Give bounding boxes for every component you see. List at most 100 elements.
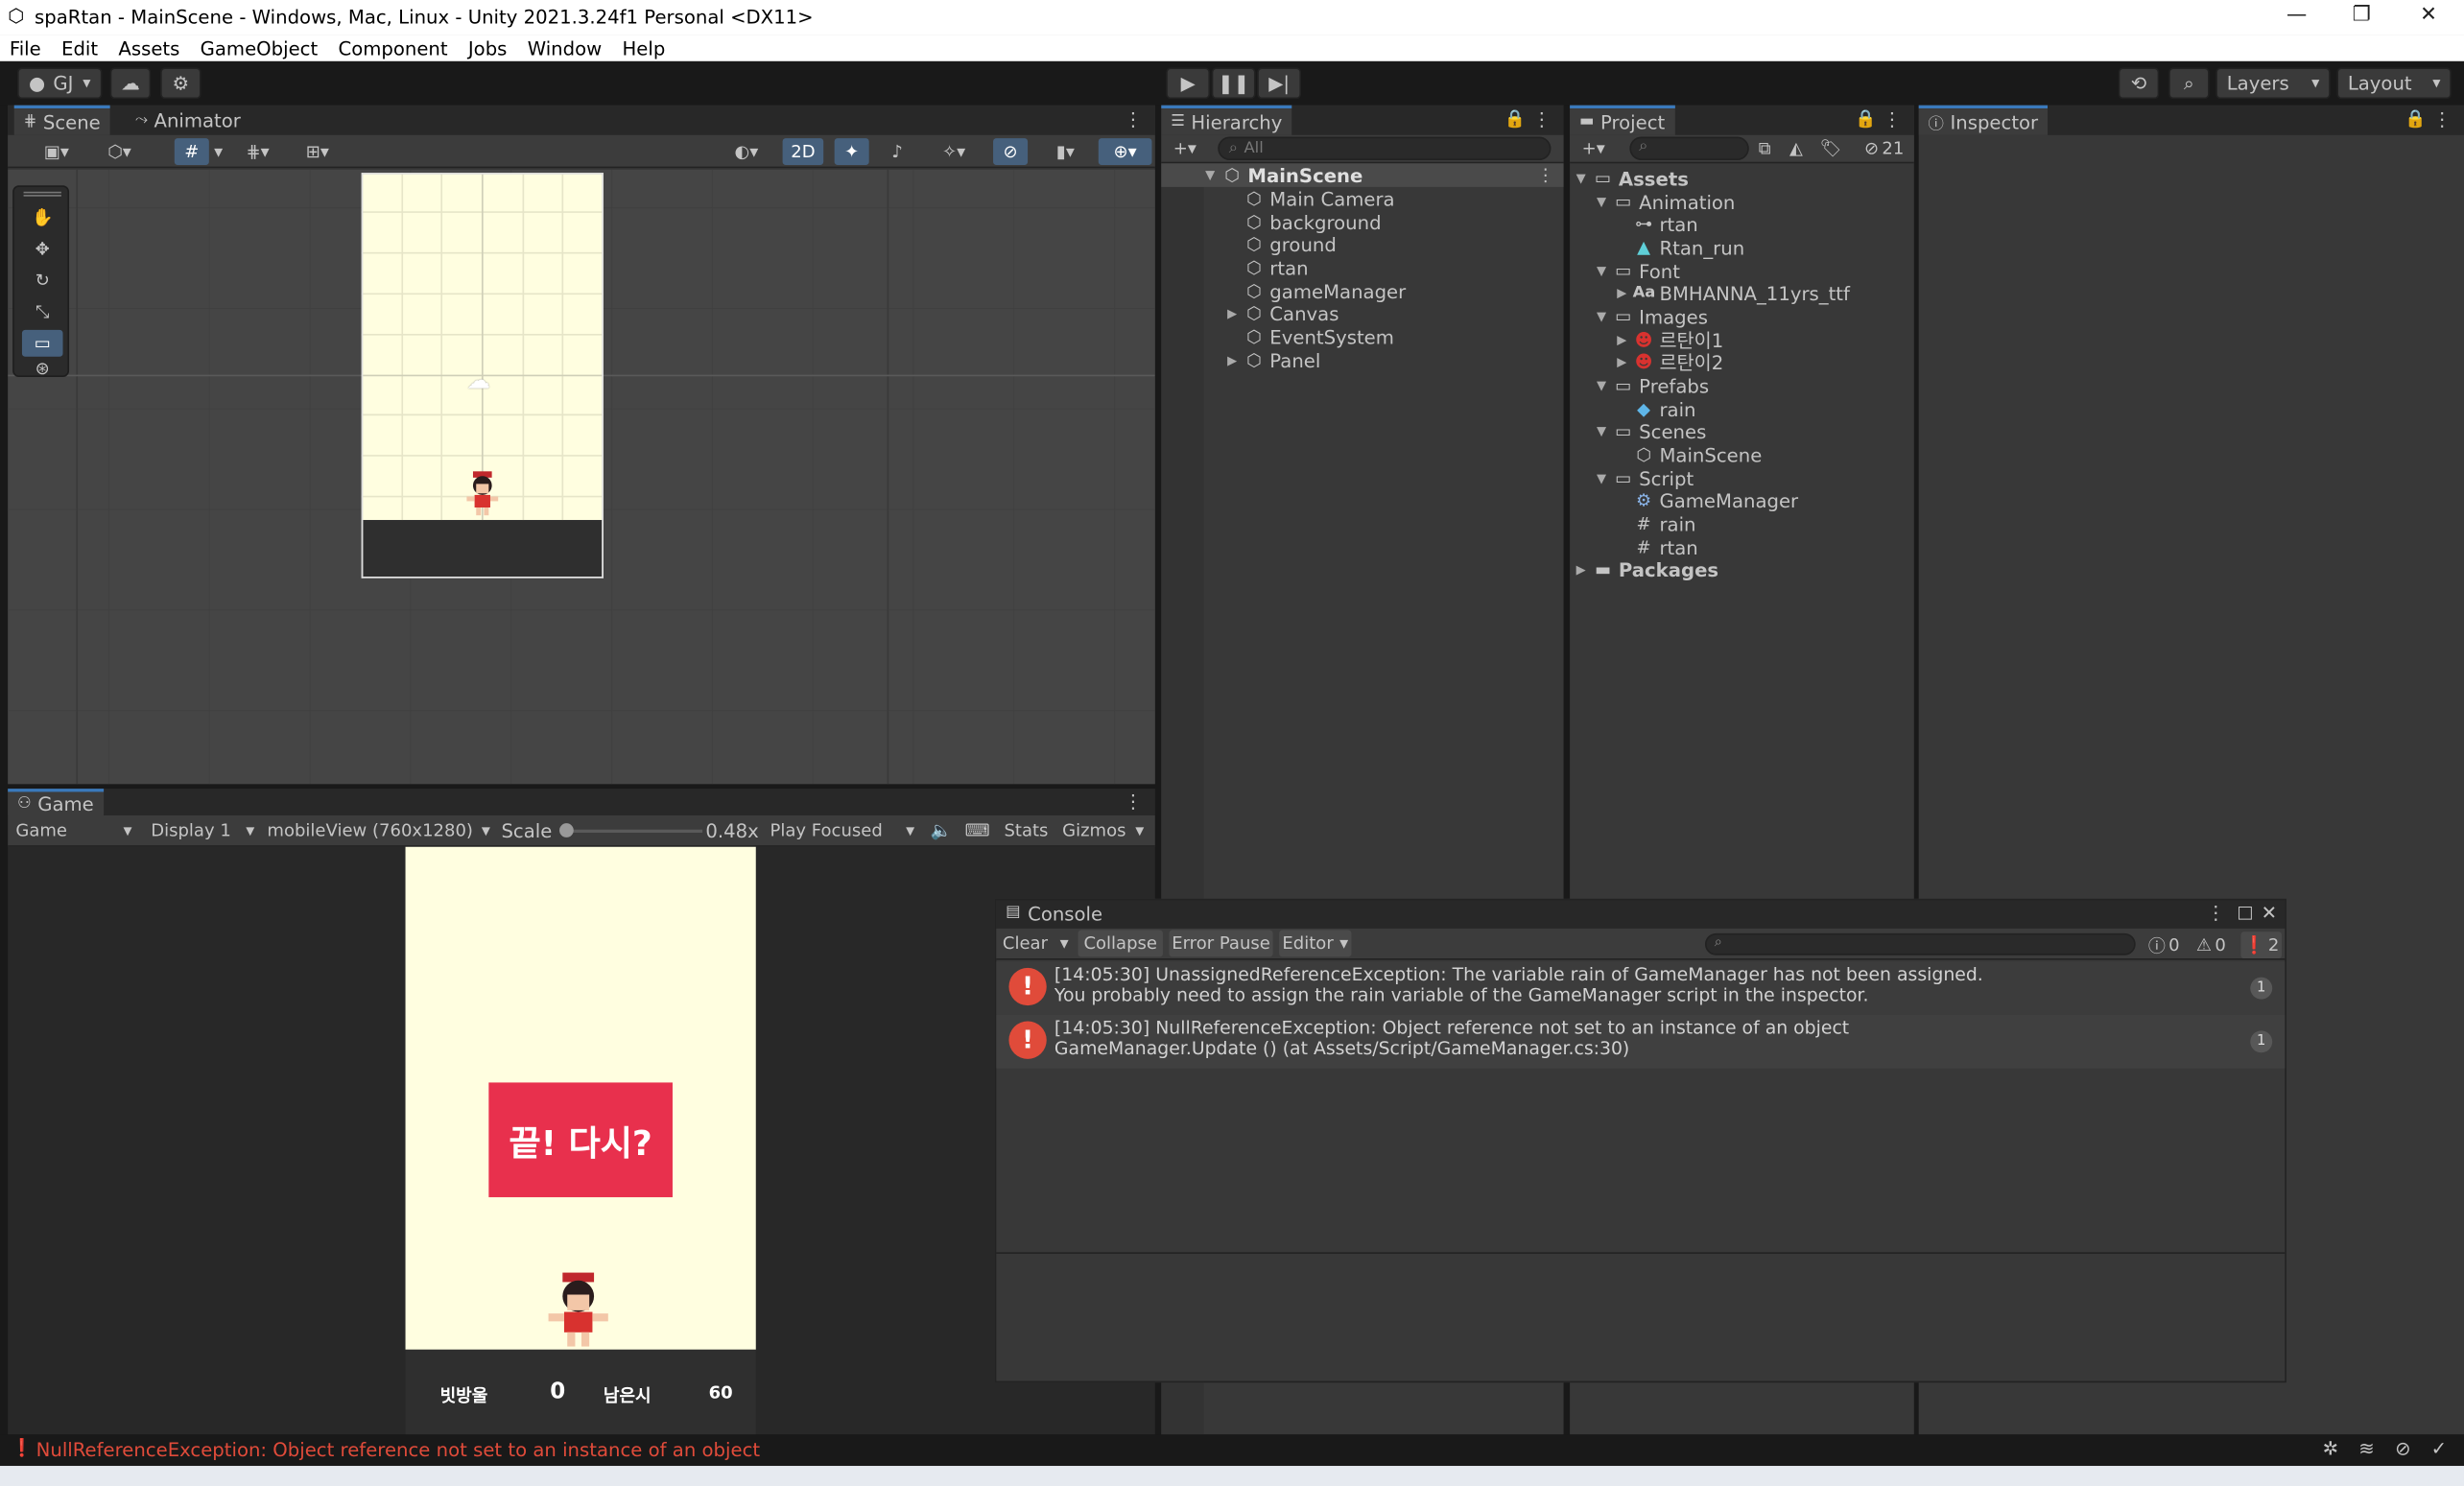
account-dropdown[interactable]: ● GJ [17,67,103,100]
draw-mode-dropdown[interactable]: ▣▾ [30,138,83,165]
maximize-icon[interactable]: ❐ [2353,3,2371,27]
shortcuts-button[interactable]: ⌨ [963,817,991,844]
hierarchy-search-input[interactable]: ⌕ All [1218,136,1552,161]
console-log-row[interactable]: ! [14:05:30] NullReferenceException: Obj… [996,1014,2286,1069]
hierarchy-item[interactable]: ⬡ rtan [1227,256,1309,280]
toggle-2d-button[interactable]: 2D [782,138,824,165]
chevron-right-icon[interactable]: ▶ [1227,306,1243,320]
chevron-right-icon[interactable]: ▶ [1576,562,1592,577]
project-item[interactable]: ▶ Aa BMHANNA_11yrs_ttf [1617,281,1850,305]
undo-history-button[interactable]: ⟲ [2118,67,2160,100]
chevron-right-icon[interactable]: ▶ [1617,286,1632,300]
lock-icon[interactable]: 🔒 [1504,108,1526,129]
project-item[interactable]: ⚙ GameManager [1617,488,1798,512]
check-icon[interactable]: ✓ [2431,1438,2447,1460]
camera-gizmo-icon[interactable]: ☁ [466,366,490,394]
project-item-folder[interactable]: ▼ ▭ Font [1597,259,1680,283]
project-item[interactable]: ▶ ☻ 르탄이2 [1617,350,1723,374]
scale-slider-handle[interactable] [558,823,574,837]
editor-dropdown[interactable]: Editor ▾ [1279,930,1352,957]
chevron-right-icon[interactable]: ▶ [1227,353,1243,367]
shading-dropdown[interactable]: ◐▾ [722,138,771,165]
error-pause-toggle[interactable]: Error Pause [1169,930,1273,957]
grid-toggle[interactable]: # [174,138,209,165]
effects-dropdown[interactable]: ✧▾ [927,138,981,165]
chevron-down-icon[interactable]: ▼ [1576,172,1592,186]
increment-snap-dropdown[interactable]: ⊞▾ [291,138,344,165]
chevron-down-icon[interactable]: ▼ [1597,471,1612,485]
rotate-tool[interactable]: ↻ [22,267,63,294]
hierarchy-item[interactable]: ⬡ background [1227,210,1382,234]
menu-jobs[interactable]: Jobs [468,36,508,59]
grid-dropdown[interactable]: ▾ [209,138,228,165]
step-button[interactable]: ▶| [1257,67,1302,100]
tab-project[interactable]: ▬ Project [1570,105,1675,135]
pause-button[interactable]: ❚❚ [1211,67,1256,100]
cloud-button[interactable]: ☁ [109,67,152,100]
project-item[interactable]: ⊶ rtan [1617,212,1698,236]
layers-dropdown[interactable]: Layers [2215,67,2331,100]
render-mode-dropdown[interactable]: ⬡▾ [93,138,147,165]
tab-hierarchy[interactable]: ☰ Hierarchy [1161,105,1292,135]
game-view[interactable]: 끝! 다시? [405,846,756,1350]
menu-assets[interactable]: Assets [118,36,179,59]
hierarchy-item[interactable]: ⬡ Main Camera [1227,187,1395,211]
tab-scene[interactable]: ⋕ Scene [13,105,110,135]
mute-audio-button[interactable]: 🔈 [929,817,954,844]
warning-filter-toggle[interactable]: ⚠ 0 [2191,932,2232,958]
collab-button[interactable]: ⚙ [160,67,201,100]
chevron-right-icon[interactable]: ▶ [1617,333,1632,347]
hierarchy-item[interactable]: ▶ ⬡ Panel [1227,349,1320,373]
scene-root-row[interactable]: ▼ ⬡ MainScene ⋮ [1161,163,1564,187]
chevron-down-icon[interactable]: ▼ [1597,424,1612,438]
menu-edit[interactable]: Edit [61,36,98,59]
console-splitter[interactable] [996,1252,2286,1254]
maximize-icon[interactable]: □ [2238,902,2254,922]
status-message[interactable]: NullReferenceException: Object reference… [36,1439,760,1461]
rect-tool[interactable]: ▭ [21,329,63,357]
hierarchy-item[interactable]: ⬡ gameManager [1227,280,1406,304]
close-icon[interactable]: ✕ [2262,902,2277,924]
menu-help[interactable]: Help [623,36,666,59]
clear-dropdown[interactable]: Clear ▾ [1000,931,1072,957]
transform-tool[interactable]: ⊛ [22,357,63,379]
display-dropdown[interactable]: Display 1 ▾ [146,817,259,844]
lighting-toggle[interactable]: ✦ [834,138,869,165]
snap-dropdown[interactable]: ⋕▾ [231,138,285,165]
scale-slider-track[interactable] [560,829,703,834]
more-icon[interactable]: ⋮ [2206,902,2225,924]
project-item-assets[interactable]: ▼ ▭ Assets [1576,167,1689,191]
more-icon[interactable]: ⋮ [1124,790,1143,813]
project-item-folder[interactable]: ▼ ▭ Animation [1597,190,1735,214]
collab-icon[interactable]: ⊘ [2395,1438,2410,1460]
palette-drag-handle[interactable] [23,191,61,197]
game-view-dropdown[interactable]: Game ▾ [11,817,136,844]
progress-icon[interactable]: ≋ [2358,1438,2374,1460]
more-icon[interactable]: ⋮ [1537,165,1554,185]
visibility-toggle[interactable]: ⊘ [993,138,1029,165]
hierarchy-item[interactable]: ⬡ ground [1227,232,1337,256]
create-dropdown[interactable]: +▾ [1573,135,1614,162]
more-icon[interactable]: ⋮ [1532,108,1552,130]
minimize-icon[interactable]: — [2286,3,2307,27]
console-search-input[interactable]: ⌕ [1704,932,2136,955]
more-icon[interactable]: ⋮ [2432,108,2452,130]
project-item[interactable]: # rtan [1617,535,1698,559]
project-item[interactable]: ◆ rain [1617,397,1695,421]
hidden-packages-button[interactable]: ⊘ 21 [1859,135,1908,162]
menu-file[interactable]: File [10,36,41,59]
menu-gameobject[interactable]: GameObject [201,36,319,59]
more-icon[interactable]: ⋮ [1883,108,1902,130]
lock-icon[interactable]: 🔒 [2405,108,2426,129]
gizmos-dropdown[interactable]: Gizmos ▾ [1057,817,1149,844]
search-by-type-button[interactable]: ⧉ [1752,135,1777,162]
layout-dropdown[interactable]: Layout [2336,67,2452,100]
lock-icon[interactable]: 🔒 [1855,108,1876,129]
console-log-row[interactable]: ! [14:05:30] UnassignedReferenceExceptio… [996,961,2286,1015]
play-button[interactable]: ▶ [1166,67,1211,100]
menu-window[interactable]: Window [528,36,603,59]
more-icon[interactable]: ⋮ [1124,108,1143,130]
resolution-dropdown[interactable]: mobileView (760x1280) ▾ [263,817,495,844]
menu-component[interactable]: Component [338,36,447,59]
chevron-down-icon[interactable]: ▼ [1597,310,1612,324]
